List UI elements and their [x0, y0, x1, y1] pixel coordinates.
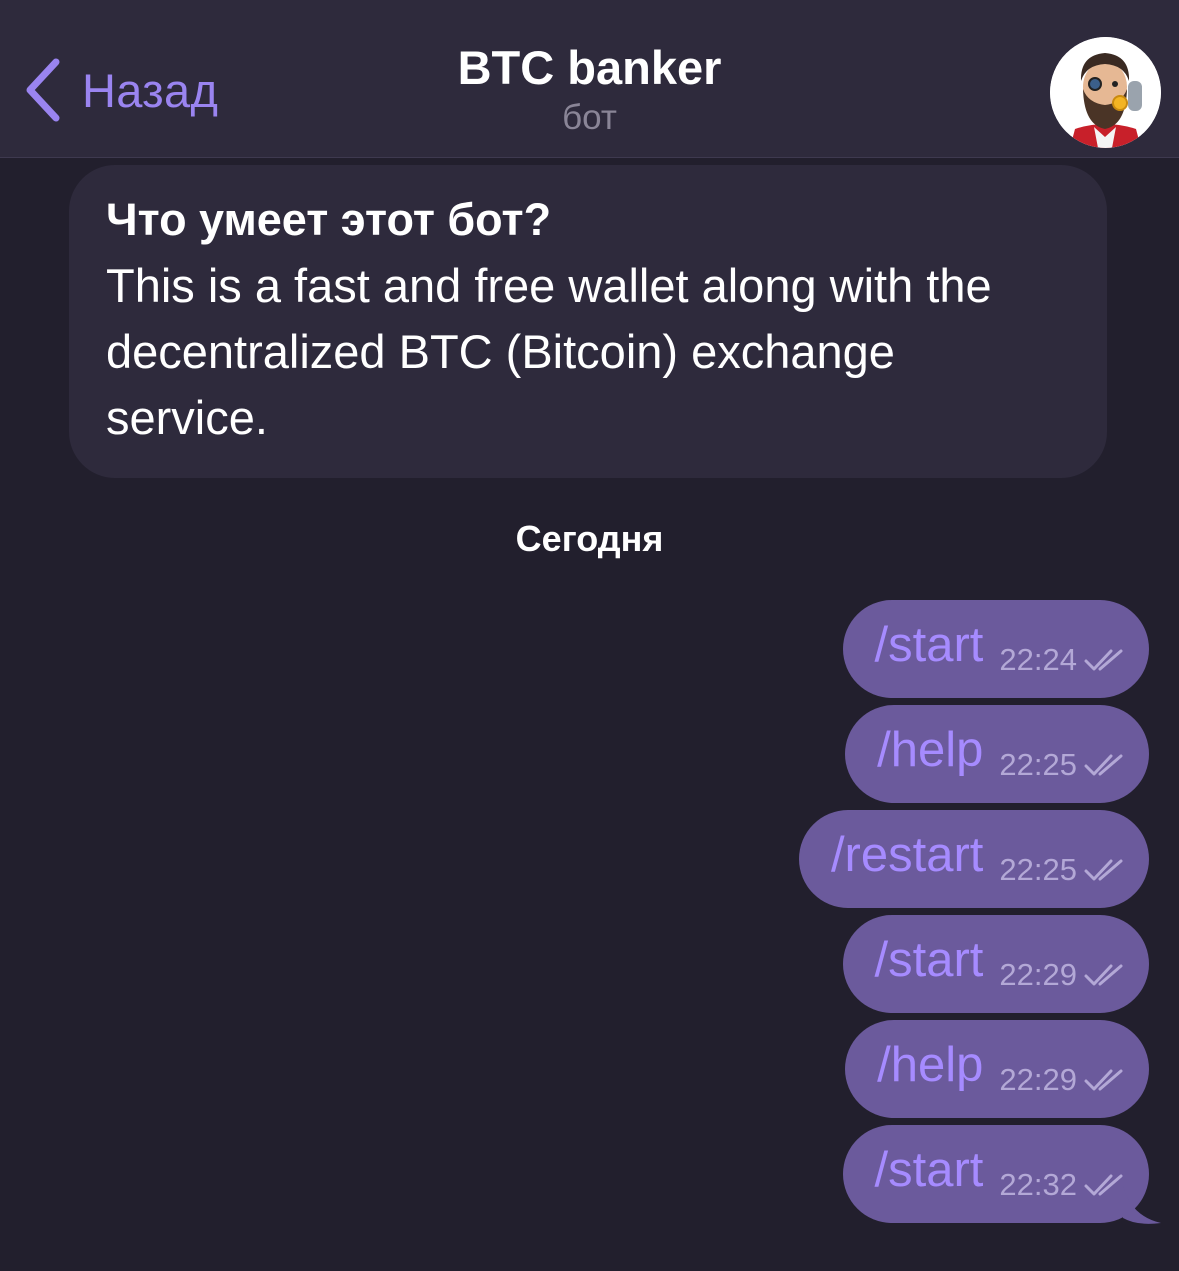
double-check-icon — [1084, 649, 1123, 671]
message-time: 22:25 — [999, 747, 1077, 782]
command-link[interactable]: /help — [877, 720, 983, 780]
message-time: 22:32 — [999, 1167, 1077, 1202]
bot-info-line: This is a fast and free wallet along wit… — [106, 259, 992, 312]
chat-header: Назад BTC banker бот — [0, 0, 1179, 158]
chat-title: BTC banker — [457, 41, 722, 94]
message-time: 22:29 — [999, 957, 1077, 992]
command-link[interactable]: /start — [875, 1140, 984, 1200]
outgoing-message[interactable]: /help 22:25 — [845, 705, 1149, 803]
chat-title-block[interactable]: BTC banker бот — [0, 40, 1179, 140]
command-link[interactable]: /start — [875, 930, 984, 990]
double-check-icon — [1084, 1069, 1123, 1091]
chat-subtitle: бот — [562, 98, 617, 137]
outgoing-message[interactable]: /restart 22:25 — [798, 810, 1149, 908]
message-time: 22:24 — [999, 642, 1077, 677]
double-check-icon — [1084, 1174, 1123, 1196]
bot-info-line: decentralized BTC (Bitcoin) exchange — [106, 325, 895, 378]
message-time: 22:25 — [999, 852, 1077, 887]
command-link[interactable]: /help — [877, 1035, 983, 1095]
avatar[interactable] — [1050, 37, 1161, 148]
outgoing-message[interactable]: /start 22:29 — [842, 915, 1149, 1013]
outgoing-message[interactable]: /help 22:29 — [845, 1020, 1149, 1118]
bot-info-title: Что умеет этот бот? — [106, 194, 552, 245]
bearded-man-avatar-icon — [1050, 37, 1161, 148]
bot-info-line: service. — [106, 391, 268, 444]
date-separator: Сегодня — [515, 518, 664, 559]
double-check-icon — [1084, 859, 1123, 881]
outgoing-message[interactable]: /start 22:32 — [842, 1125, 1149, 1223]
outgoing-message[interactable]: /start 22:24 — [842, 600, 1149, 698]
message-time: 22:29 — [999, 1062, 1077, 1097]
double-check-icon — [1084, 754, 1123, 776]
command-link[interactable]: /restart — [831, 825, 983, 885]
command-link[interactable]: /start — [875, 615, 984, 675]
bot-info-card: Что умеет этот бот? This is a fast and f… — [69, 165, 1107, 478]
bubble-tail — [1123, 1186, 1161, 1224]
double-check-icon — [1084, 964, 1123, 986]
